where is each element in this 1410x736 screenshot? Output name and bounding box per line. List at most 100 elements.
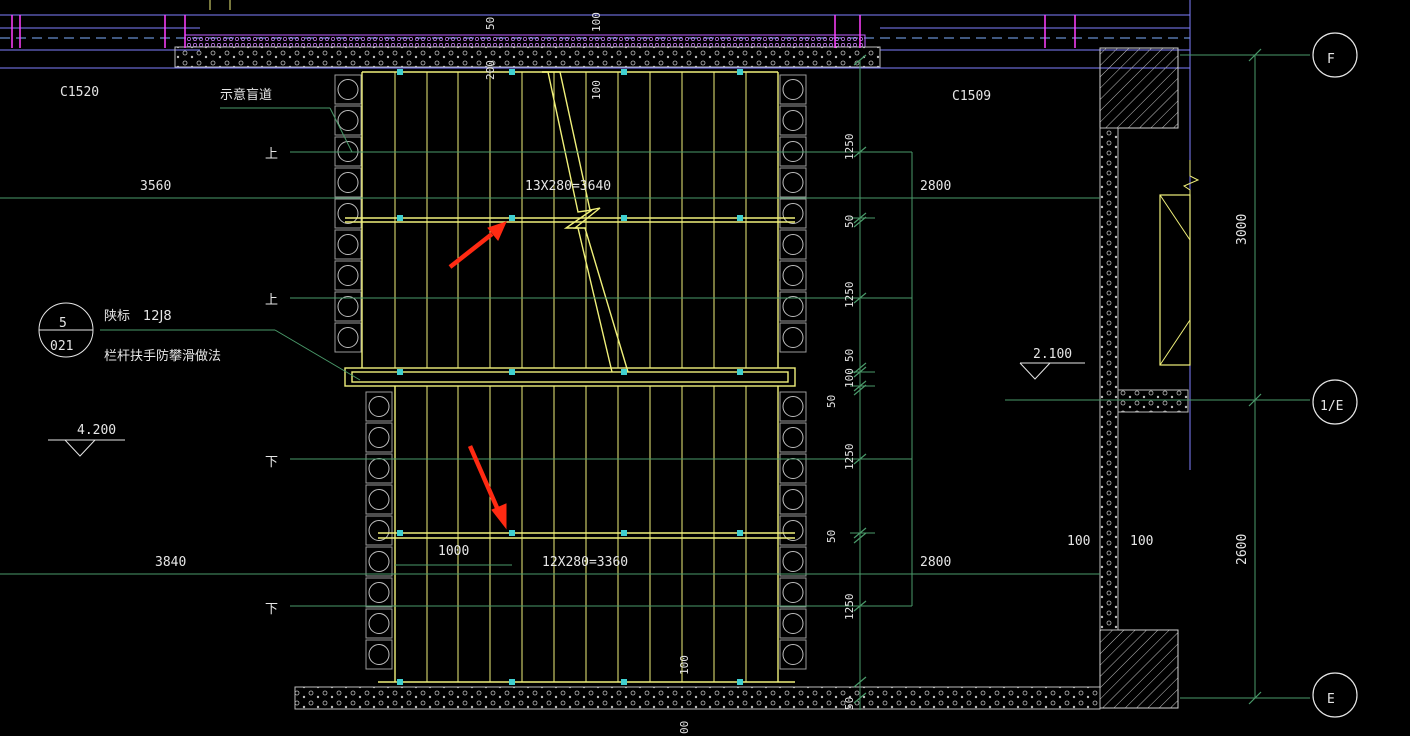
node-mark — [737, 215, 743, 221]
tactile-tile — [779, 291, 807, 322]
tactile-tile — [779, 453, 807, 484]
lower-right-dim: 2800 — [920, 555, 951, 570]
tactile-tile — [779, 515, 807, 546]
node-mark — [621, 215, 627, 221]
ref-circle-bottom: 021 — [50, 339, 73, 354]
tactile-tile — [779, 422, 807, 453]
tactile-tile — [779, 322, 807, 353]
elevation-marker-icon — [1019, 362, 1085, 380]
vdim-top-c: 200 — [484, 60, 497, 80]
tactile-tile — [334, 291, 362, 322]
vdim-r5: 100 — [843, 368, 856, 388]
upper-left-dim: 3560 — [140, 179, 171, 194]
vdim-r1: 1250 — [843, 134, 856, 161]
tactile-tile — [334, 260, 362, 291]
vdim-r9: 1250 — [843, 594, 856, 621]
stair-plan-drawing: C1520 C1509 示意盲道 上 上 下 下 3560 13X280=364… — [0, 0, 1358, 734]
vdim-r8: 50 — [825, 530, 838, 543]
tactile-tile — [365, 577, 393, 608]
node-mark — [397, 369, 403, 375]
node-mark — [397, 69, 403, 75]
bottom-wall — [294, 686, 1101, 710]
grid-axis-bottom: E — [1327, 692, 1335, 707]
tactile-tile — [334, 322, 362, 353]
tactile-tile — [779, 639, 807, 670]
tactile-tile — [779, 198, 807, 229]
node-mark — [509, 369, 515, 375]
lower-flight-label: 12X280=3360 — [542, 555, 628, 570]
node-mark — [621, 369, 627, 375]
elevation-marker-icon — [48, 439, 125, 457]
bottom-dim-right: 100 — [1130, 534, 1153, 549]
direction-up-1: 上 — [265, 147, 278, 162]
ref-line-1: 陕标 12J8 — [104, 309, 172, 324]
top-wall — [0, 0, 1190, 69]
node-mark — [737, 530, 743, 536]
section-break-icon — [1182, 160, 1200, 195]
tactile-tile — [779, 546, 807, 577]
annotation-arrow-icon — [467, 445, 507, 530]
node-mark — [397, 215, 403, 221]
node-mark — [737, 369, 743, 375]
window-label-right: C1509 — [952, 89, 991, 104]
ref-line-2: 栏杆扶手防攀滑做法 — [104, 348, 221, 364]
tactile-tile — [365, 453, 393, 484]
tactile-tile — [779, 484, 807, 515]
grid-bubble-icon — [1312, 32, 1358, 78]
direction-down-2: 下 — [265, 602, 278, 617]
tactile-tile — [779, 74, 807, 105]
vdim-bot2: 50 — [843, 697, 856, 710]
stair-treads — [394, 72, 747, 682]
grid-axis-top: F — [1327, 52, 1335, 67]
direction-up-2: 上 — [265, 293, 278, 308]
tactile-tile — [365, 515, 393, 546]
tactile-tile — [365, 391, 393, 422]
elevation-left: 4.200 — [77, 423, 116, 438]
node-mark — [509, 69, 515, 75]
tactile-tile — [779, 105, 807, 136]
lower-inner-dim: 1000 — [438, 544, 469, 559]
node-mark — [509, 530, 515, 536]
vdim-top-d: 100 — [590, 80, 603, 100]
tactile-tile — [334, 105, 362, 136]
vdim-r2: 50 — [843, 215, 856, 228]
tactile-tile — [334, 198, 362, 229]
tactile-tile — [365, 484, 393, 515]
bottom-dim-left: 100 — [1067, 534, 1090, 549]
node-mark — [621, 69, 627, 75]
right-dim-lower: 2600 — [1235, 534, 1250, 565]
tactile-tile — [779, 608, 807, 639]
vdim-r4: 50 — [843, 349, 856, 362]
ref-circle-top: 5 — [59, 316, 67, 331]
upper-right-dim: 2800 — [920, 179, 951, 194]
tactile-tile — [334, 229, 362, 260]
upper-flight-label: 13X280=3640 — [525, 179, 611, 194]
vdim-bot3: 00 — [678, 721, 691, 734]
node-mark — [621, 530, 627, 536]
vdim-r7: 1250 — [843, 444, 856, 471]
vdim-top-b: 100 — [590, 12, 603, 32]
node-mark — [509, 679, 515, 685]
direction-down-1: 下 — [265, 455, 278, 470]
node-mark — [737, 69, 743, 75]
elevation-right: 2.100 — [1033, 347, 1072, 362]
tactile-tile — [779, 260, 807, 291]
grid-axis-middle: 1/E — [1320, 399, 1343, 414]
vdim-r6: 50 — [825, 395, 838, 408]
node-mark — [621, 679, 627, 685]
vdim-r3: 1250 — [843, 282, 856, 309]
tactile-tile — [365, 608, 393, 639]
lower-left-dim: 3840 — [155, 555, 186, 570]
vdim-bot1: 100 — [678, 655, 691, 675]
tactile-tile — [779, 167, 807, 198]
tactile-tile — [779, 229, 807, 260]
node-mark — [397, 530, 403, 536]
tactile-tile — [334, 74, 362, 105]
tactile-tile — [779, 577, 807, 608]
right-wall — [1099, 0, 1200, 709]
tactile-tile — [365, 639, 393, 670]
node-mark — [509, 215, 515, 221]
grid-bubble-icon — [1312, 672, 1358, 718]
vdim-top-a: 50 — [484, 17, 497, 30]
tactile-tile — [365, 546, 393, 577]
